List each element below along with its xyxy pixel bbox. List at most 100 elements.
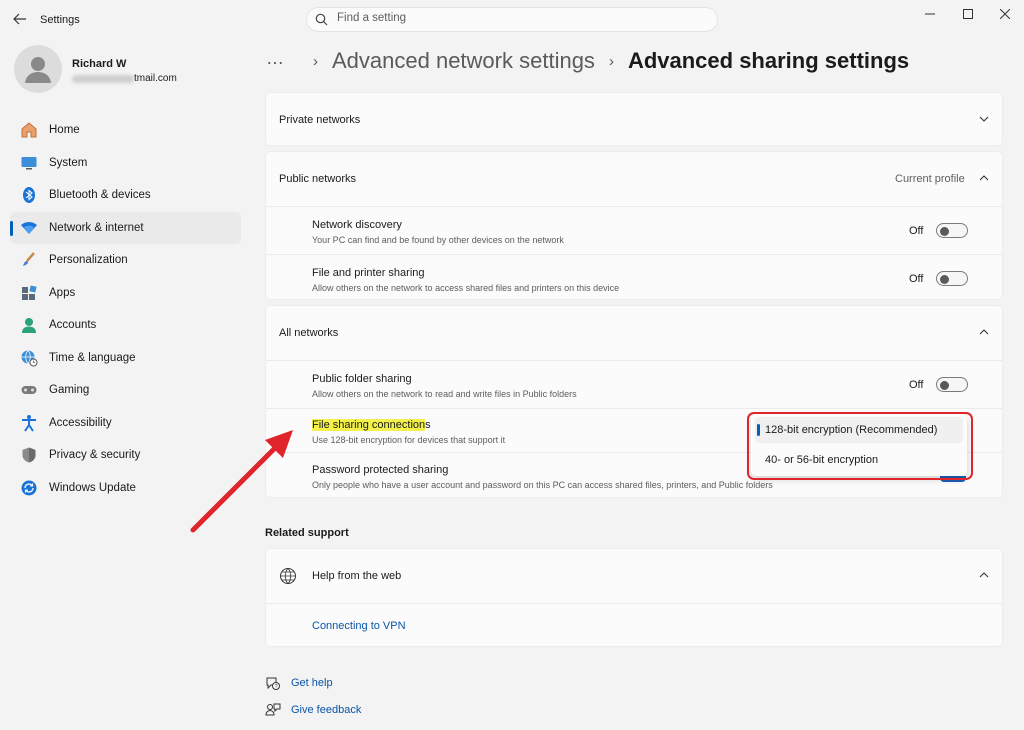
- sidebar-item-gaming[interactable]: Gaming: [10, 374, 241, 407]
- public-networks-header[interactable]: Public networks Current profile: [266, 152, 1002, 206]
- network-discovery-title: Network discovery: [312, 219, 402, 231]
- network-discovery-toggle[interactable]: [936, 223, 968, 238]
- sidebar-item-personalization[interactable]: Personalization: [10, 244, 241, 277]
- public-networks-title: Public networks: [279, 173, 357, 185]
- password-protected-sharing-title: Password protected sharing: [312, 464, 449, 476]
- email-redaction: [72, 75, 134, 83]
- globe-icon: [280, 568, 296, 584]
- sidebar-item-label: System: [49, 156, 88, 169]
- sidebar-item-system[interactable]: System: [10, 147, 241, 180]
- public-folder-sharing-toggle[interactable]: [936, 377, 968, 392]
- give-feedback-link[interactable]: Give feedback: [265, 702, 361, 718]
- globe-clock-icon: [20, 349, 38, 367]
- private-networks-card[interactable]: Private networks: [265, 92, 1003, 146]
- give-feedback-label: Give feedback: [291, 704, 362, 716]
- home-icon: [20, 121, 38, 139]
- person-icon: [25, 57, 51, 83]
- system-icon: [20, 154, 38, 172]
- current-profile-badge: Current profile: [895, 173, 965, 185]
- help-link-row: Connecting to VPN: [266, 603, 1002, 648]
- toggle-state-label: Off: [909, 225, 924, 237]
- sidebar-item-label: Windows Update: [49, 481, 136, 494]
- sidebar-item-label: Accounts: [49, 319, 97, 332]
- all-networks-title: All networks: [279, 327, 339, 339]
- highlighted-text: File sharing connection: [312, 419, 426, 431]
- public-networks-card: Public networks Current profile Network …: [265, 151, 1003, 300]
- page-title: Advanced sharing settings: [627, 48, 910, 73]
- help-from-web-header[interactable]: Help from the web: [266, 549, 1002, 603]
- sidebar-item-accounts[interactable]: Accounts: [10, 309, 241, 342]
- maximize-button[interactable]: [953, 4, 983, 24]
- help-chat-icon: ?: [265, 675, 281, 691]
- file-sharing-connections-desc: Use 128-bit encryption for devices that …: [312, 435, 506, 445]
- public-folder-sharing-row: Public folder sharing Allow others on th…: [266, 360, 1002, 408]
- related-support-title: Related support: [265, 527, 349, 539]
- sidebar-item-label: Privacy & security: [49, 449, 141, 462]
- network-discovery-desc: Your PC can find and be found by other d…: [312, 235, 564, 245]
- toggle-state-label: Off: [909, 273, 924, 285]
- annotation-highlight-box: [747, 412, 973, 480]
- minimize-button[interactable]: [915, 4, 945, 24]
- search-input[interactable]: [337, 12, 697, 24]
- public-folder-sharing-title: Public folder sharing: [312, 373, 412, 385]
- private-networks-title: Private networks: [279, 114, 361, 126]
- toggle-state-label: Off: [909, 379, 924, 391]
- shield-icon: [20, 446, 38, 464]
- sidebar-item-label: Time & language: [49, 351, 136, 364]
- sidebar-item-time-language[interactable]: Time & language: [10, 342, 241, 375]
- sidebar-item-label: Bluetooth & devices: [49, 189, 151, 202]
- app-title: Settings: [40, 14, 80, 26]
- sidebar-item-label: Network & internet: [49, 221, 144, 234]
- sidebar-item-label: Personalization: [49, 254, 128, 267]
- password-protected-sharing-desc: Only people who have a user account and …: [312, 480, 773, 490]
- all-networks-header[interactable]: All networks: [266, 306, 1002, 360]
- avatar[interactable]: [14, 45, 62, 93]
- feedback-icon: [265, 702, 281, 718]
- chevron-up-icon[interactable]: [978, 172, 990, 184]
- annotation-arrow-icon: [190, 430, 293, 533]
- file-printer-sharing-toggle[interactable]: [936, 271, 968, 286]
- file-printer-sharing-row: File and printer sharing Allow others on…: [266, 254, 1002, 301]
- toggle-knob: [940, 226, 949, 236]
- chevron-up-icon[interactable]: [978, 569, 990, 581]
- connecting-to-vpn-link[interactable]: Connecting to VPN: [312, 620, 406, 632]
- sidebar-item-network[interactable]: Network & internet: [10, 211, 241, 244]
- file-sharing-connections-title: File sharing connections: [312, 419, 431, 431]
- sidebar-item-label: Home: [49, 124, 80, 137]
- back-arrow-icon: [13, 13, 26, 25]
- accessibility-icon: [20, 414, 38, 432]
- maximize-icon: [963, 9, 973, 19]
- file-printer-sharing-desc: Allow others on the network to access sh…: [312, 283, 620, 293]
- public-folder-sharing-desc: Allow others on the network to read and …: [312, 389, 577, 399]
- get-help-link[interactable]: ? Get help: [265, 675, 333, 691]
- network-discovery-row: Network discovery Your PC can find and b…: [266, 206, 1002, 254]
- toggle-knob: [940, 380, 949, 390]
- back-button[interactable]: [10, 9, 30, 29]
- search-box[interactable]: [306, 7, 718, 32]
- breadcrumb-parent[interactable]: Advanced network settings: [332, 48, 595, 74]
- breadcrumb: … › Advanced network settings › Advanced…: [266, 46, 909, 76]
- help-from-web-title: Help from the web: [312, 570, 402, 582]
- close-icon: [1000, 9, 1010, 19]
- help-from-web-card: Help from the web Connecting to VPN: [265, 548, 1003, 647]
- search-icon: [315, 13, 328, 26]
- sidebar-item-home[interactable]: Home: [10, 114, 241, 147]
- user-name: Richard W: [72, 58, 127, 70]
- chevron-up-icon[interactable]: [978, 326, 990, 338]
- sidebar-item-bluetooth[interactable]: Bluetooth & devices: [10, 179, 241, 212]
- sidebar-item-apps[interactable]: Apps: [10, 277, 241, 310]
- wifi-icon: [20, 219, 38, 237]
- accounts-icon: [20, 316, 38, 334]
- breadcrumb-overflow-button[interactable]: …: [266, 48, 285, 69]
- brush-icon: [20, 251, 38, 269]
- file-printer-sharing-title: File and printer sharing: [312, 267, 425, 279]
- minimize-icon: [925, 13, 935, 15]
- get-help-label: Get help: [291, 677, 333, 689]
- toggle-knob: [940, 274, 949, 284]
- bluetooth-icon: [20, 186, 38, 204]
- gamepad-icon: [20, 381, 38, 399]
- sidebar-item-label: Gaming: [49, 384, 90, 397]
- chevron-down-icon[interactable]: [978, 113, 990, 125]
- title-bar: Settings: [0, 0, 1024, 40]
- close-button[interactable]: [990, 4, 1020, 24]
